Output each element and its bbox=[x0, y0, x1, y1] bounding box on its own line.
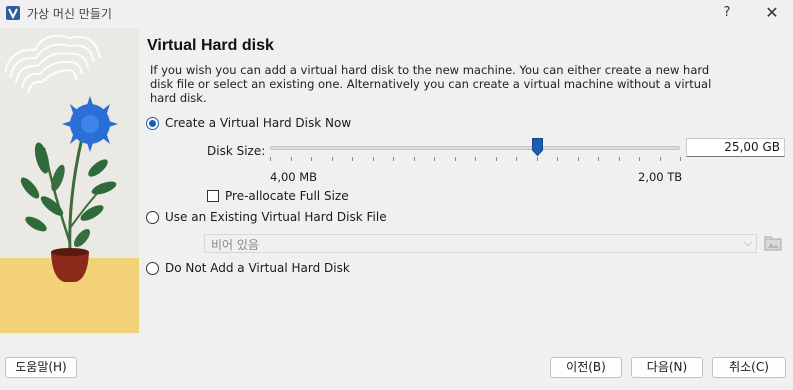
slider-tick bbox=[434, 157, 435, 161]
wizard-illustration bbox=[0, 28, 139, 333]
slider-tick bbox=[516, 157, 517, 161]
slider-tick bbox=[537, 157, 538, 161]
existing-disk-value: 비어 있음 bbox=[211, 238, 259, 252]
chevron-down-icon: ⌵ bbox=[743, 236, 752, 249]
use-existing-label[interactable]: Use an Existing Virtual Hard Disk File bbox=[165, 210, 387, 224]
slider-tick bbox=[414, 157, 415, 161]
use-existing-radio[interactable] bbox=[146, 211, 159, 224]
do-not-add-radio[interactable] bbox=[146, 262, 159, 275]
disk-size-min-label: 4,00 MB bbox=[270, 170, 318, 184]
window-title: 가상 머신 만들기 bbox=[27, 7, 112, 21]
slider-tick bbox=[332, 157, 333, 161]
help-title-button[interactable]: ? bbox=[716, 2, 738, 24]
slider-tick bbox=[393, 157, 394, 161]
slider-tick bbox=[619, 157, 620, 161]
existing-disk-select[interactable]: 비어 있음 ⌵ bbox=[204, 234, 757, 253]
help-button[interactable]: 도움말(H) bbox=[5, 357, 77, 378]
slider-tick bbox=[291, 157, 292, 161]
create-disk-radio[interactable] bbox=[146, 117, 159, 130]
slider-tick bbox=[475, 157, 476, 161]
disk-size-slider-track[interactable] bbox=[270, 146, 680, 150]
disk-size-input[interactable]: 25,00 GB bbox=[686, 138, 785, 157]
slider-tick bbox=[496, 157, 497, 161]
title-bar: 가상 머신 만들기 ? ✕ bbox=[0, 0, 793, 26]
close-button[interactable]: ✕ bbox=[760, 2, 784, 24]
folder-open-icon[interactable] bbox=[764, 235, 782, 252]
slider-tick bbox=[557, 157, 558, 161]
slider-tick bbox=[660, 157, 661, 161]
slider-tick bbox=[270, 157, 271, 161]
page-description: If you wish you can add a virtual hard d… bbox=[150, 63, 712, 105]
slider-tick bbox=[598, 157, 599, 161]
slider-tick bbox=[311, 157, 312, 161]
do-not-add-label[interactable]: Do Not Add a Virtual Hard Disk bbox=[165, 261, 350, 275]
flower-icon bbox=[62, 96, 118, 152]
preallocate-label[interactable]: Pre-allocate Full Size bbox=[225, 189, 349, 203]
slider-tick bbox=[352, 157, 353, 161]
slider-tick bbox=[455, 157, 456, 161]
slider-tick bbox=[578, 157, 579, 161]
back-button[interactable]: 이전(B) bbox=[550, 357, 622, 378]
next-button[interactable]: 다음(N) bbox=[631, 357, 703, 378]
slider-tick bbox=[639, 157, 640, 161]
virtualbox-icon bbox=[6, 6, 20, 20]
cancel-button[interactable]: 취소(C) bbox=[712, 357, 786, 378]
slider-tick bbox=[680, 157, 681, 161]
slider-tick bbox=[373, 157, 374, 161]
preallocate-checkbox[interactable] bbox=[207, 190, 219, 202]
disk-size-label: Disk Size: bbox=[207, 144, 266, 158]
create-disk-label[interactable]: Create a Virtual Hard Disk Now bbox=[165, 116, 351, 130]
disk-size-slider-handle[interactable] bbox=[531, 138, 543, 156]
page-title: Virtual Hard disk bbox=[147, 37, 274, 54]
disk-size-max-label: 2,00 TB bbox=[638, 170, 683, 184]
